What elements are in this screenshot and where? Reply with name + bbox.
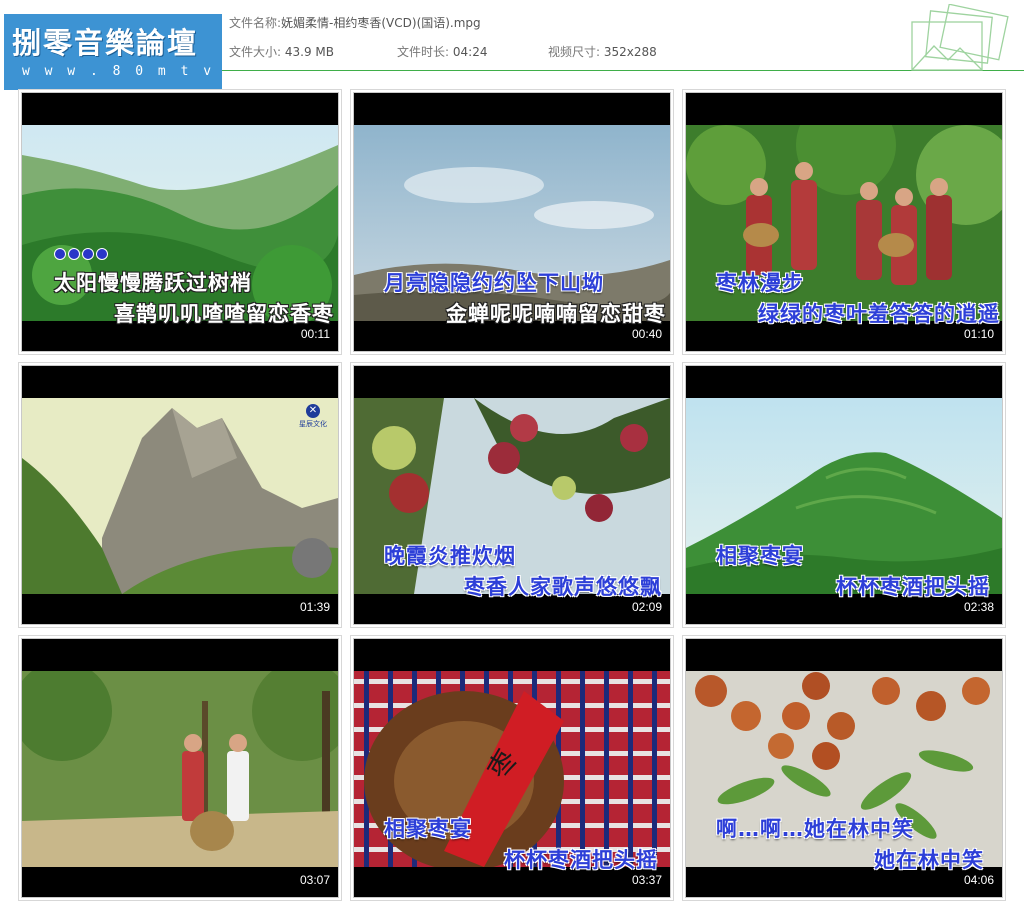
timestamp: 01:39 [299, 600, 330, 614]
lyric-line-2: 枣香人家歌声悠悠飘 [464, 575, 662, 599]
lyric-line-1: 相聚枣宴 [384, 817, 472, 841]
video-thumbnail-3[interactable]: 枣林漫步 绿绿的枣叶羞答答的逍遥 01:10 [686, 93, 1002, 351]
header-divider [222, 70, 1024, 71]
video-thumbnail-8[interactable]: 枣 相聚枣宴 杯杯枣酒把头摇 03:37 [354, 639, 670, 897]
lyric-line-2: 金蝉呢呢喃喃留恋甜枣 [446, 302, 666, 326]
video-thumbnail-5[interactable]: 晚霞炎推炊烟 枣香人家歌声悠悠飘 02:09 [354, 366, 670, 624]
video-thumbnail-4[interactable]: ✕ 星辰文化 01:39 [22, 366, 338, 624]
studio-badge-text: 星辰文化 [299, 420, 327, 428]
timestamp: 03:37 [631, 873, 662, 887]
duration-info: 文件时长: 04:24 [397, 43, 487, 60]
lyric-line-1: 相聚枣宴 [716, 544, 804, 568]
dimensions-value: 352x288 [603, 45, 657, 59]
lyric-line-2: 喜鹊叽叽喳喳留恋香枣 [114, 302, 334, 326]
video-thumbnail-7[interactable]: 03:07 [22, 639, 338, 897]
timestamp: 02:38 [963, 600, 994, 614]
duration-value: 04:24 [452, 45, 488, 59]
timestamp: 01:10 [963, 327, 994, 341]
video-thumbnail-2[interactable]: 月亮隐隐约约坠下山坳 金蝉呢呢喃喃留恋甜枣 00:40 [354, 93, 670, 351]
lyric-line-2: 杯杯枣酒把头摇 [504, 848, 658, 872]
logo-url: w w w . 8 0 m t v . c o m [22, 64, 306, 79]
thumbnail-image [22, 671, 338, 867]
lyric-line-1: 啊…啊…她在林中笑 [716, 817, 914, 841]
lyric-line-2: 绿绿的枣叶羞答答的逍遥 [758, 302, 1000, 326]
lyric-progress-dots [54, 248, 110, 263]
video-thumbnail-1[interactable]: 太阳慢慢腾跃过树梢 喜鹊叽叽喳喳留恋香枣 00:11 [22, 93, 338, 351]
thumbnail-image [22, 398, 338, 594]
dimensions-label: 视频尺寸: [548, 45, 601, 59]
timestamp: 04:06 [963, 873, 994, 887]
header: 捌零音樂論壇 w w w . 8 0 m t v . c o m 文件名称:妩媚… [0, 0, 1024, 90]
filesize-label: 文件大小: [229, 45, 282, 59]
timestamp: 00:11 [300, 327, 330, 341]
lyric-line-1: 晚霞炎推炊烟 [384, 544, 516, 568]
lyric-line-1: 枣林漫步 [716, 271, 804, 295]
studio-logo-icon: ✕ [306, 404, 320, 418]
video-thumbnail-9[interactable]: 啊…啊…她在林中笑 她在林中笑 04:06 [686, 639, 1002, 897]
studio-watermark: ✕ 星辰文化 [296, 404, 330, 429]
video-thumbnail-6[interactable]: 相聚枣宴 杯杯枣酒把头摇 02:38 [686, 366, 1002, 624]
filesize-value: 43.9 MB [284, 45, 334, 59]
picture-frames-icon [911, 4, 1009, 71]
dimensions-info: 视频尺寸: 352x288 [548, 43, 657, 60]
lyric-line-1: 太阳慢慢腾跃过树梢 [54, 271, 252, 295]
timestamp: 03:07 [299, 873, 330, 887]
lyric-line-2: 杯杯枣酒把头摇 [836, 575, 990, 599]
filename-info: 文件名称:妩媚柔情-相约枣香(VCD)(国语).mpg [229, 14, 481, 31]
timestamp: 02:09 [631, 600, 662, 614]
duration-label: 文件时长: [397, 45, 450, 59]
filesize-info: 文件大小: 43.9 MB [229, 43, 334, 60]
timestamp: 00:40 [631, 327, 662, 341]
forum-logo[interactable]: 捌零音樂論壇 w w w . 8 0 m t v . c o m [4, 14, 302, 90]
filename-value: 妩媚柔情-相约枣香(VCD)(国语).mpg [281, 16, 481, 30]
logo-title: 捌零音樂論壇 [12, 26, 199, 60]
filename-label: 文件名称: [229, 16, 282, 30]
lyric-line-2: 她在林中笑 [874, 848, 984, 872]
lyric-line-1: 月亮隐隐约约坠下山坳 [384, 271, 604, 295]
